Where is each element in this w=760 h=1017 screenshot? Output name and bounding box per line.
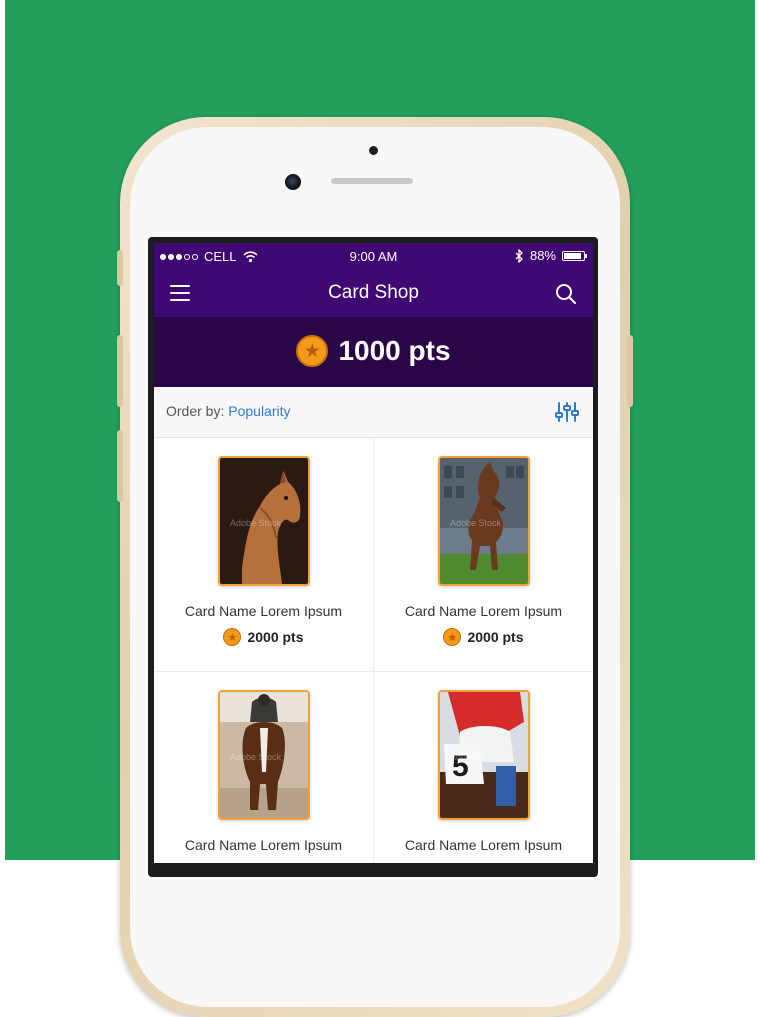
card-image[interactable]: Adobe Stock: [218, 690, 310, 820]
page-title: Card Shop: [328, 282, 419, 303]
card-name: Card Name Lorem Ipsum: [184, 603, 343, 619]
card-price-value: 2000 pts: [467, 629, 524, 645]
battery-percent: 88%: [529, 248, 556, 263]
card-watermark: Adobe Stock: [450, 752, 502, 762]
card-image[interactable]: Adobe Stock: [438, 456, 530, 586]
card-image[interactable]: Adobe Stock: [218, 456, 310, 586]
card-watermark: Adobe Stock: [230, 752, 282, 762]
volume-down-button: [117, 430, 123, 502]
order-by[interactable]: Order by: Popularity: [166, 403, 291, 419]
card-name: Card Name Lorem Ipsum: [404, 603, 563, 619]
star-coin-icon: ★: [443, 628, 462, 646]
order-by-value[interactable]: Popularity: [228, 403, 290, 419]
card-name: Card Name Lorem Ipsum: [184, 837, 343, 853]
points-banner: ★ 1000 pts: [154, 317, 593, 387]
mute-switch: [117, 250, 123, 286]
points-balance: 1000 pts: [338, 335, 451, 366]
card-watermark: Adobe Stock: [450, 518, 502, 528]
card-watermark: Adobe Stock: [230, 518, 282, 528]
earpiece-speaker: [331, 178, 413, 184]
app-screen: CELL 9:00 AM 88% Card Shop ★ 1000 pts Or…: [154, 243, 593, 863]
card-name: Card Name Lorem Ipsum: [404, 837, 563, 853]
card-item[interactable]: Adobe Stock Card Name Lorem Ipsum: [154, 672, 374, 863]
sliders-filter-icon[interactable]: [555, 401, 579, 423]
galloping-horse-rider-image: Adobe Stock: [220, 692, 308, 818]
search-icon[interactable]: [555, 283, 577, 305]
card-item[interactable]: Adobe Stock Card Name Lorem Ipsum ★ 2000…: [374, 438, 593, 672]
bluetooth-icon: [515, 248, 523, 263]
card-item[interactable]: 5 Adobe Stock Card Name Lorem Ipsum: [374, 672, 593, 863]
card-price: ★ 2000 pts: [374, 628, 593, 646]
status-bar: CELL 9:00 AM 88%: [154, 243, 593, 270]
order-by-bar: Order by: Popularity: [154, 387, 593, 438]
order-by-label: Order by:: [166, 403, 225, 419]
card-price: ★ 2000 pts: [154, 628, 373, 646]
card-item[interactable]: Adobe Stock Card Name Lorem Ipsum ★ 2000…: [154, 438, 374, 672]
bronze-horse-statue-image: Adobe Stock: [440, 458, 528, 584]
nav-bar: Card Shop: [154, 270, 593, 317]
jockey-number-5-image: 5 Adobe Stock: [440, 692, 528, 818]
star-coin-icon: ★: [296, 335, 329, 367]
proximity-sensor: [369, 146, 378, 155]
power-button: [627, 335, 633, 407]
front-camera: [285, 174, 301, 190]
volume-up-button: [117, 335, 123, 407]
card-image[interactable]: 5 Adobe Stock: [438, 690, 530, 820]
card-price-value: 2000 pts: [247, 629, 304, 645]
battery-icon: [562, 250, 587, 261]
star-coin-icon: ★: [223, 628, 242, 646]
chestnut-horse-portrait-image: Adobe Stock: [220, 458, 308, 584]
